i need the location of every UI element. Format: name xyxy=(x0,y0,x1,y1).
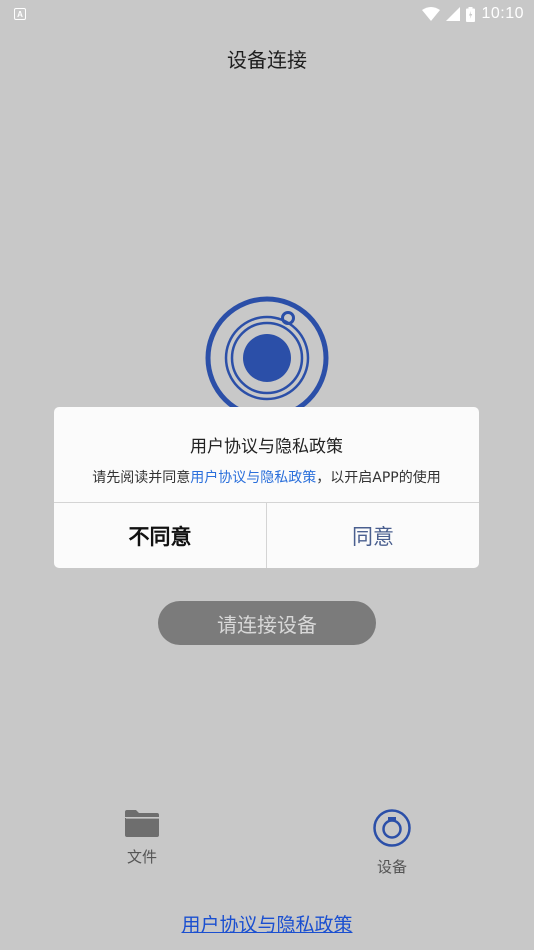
policy-link[interactable]: 用户协议与隐私政策 xyxy=(0,910,534,937)
dialog-message-prefix: 请先阅读并同意 xyxy=(92,470,191,486)
dialog-message: 请先阅读并同意用户协议与隐私政策，以开启APP的使用 xyxy=(54,467,479,487)
app-notification-icon: A xyxy=(14,8,26,20)
status-time: 10:10 xyxy=(481,5,524,22)
nav-item-devices[interactable]: 设备 xyxy=(352,808,432,877)
dialog-policy-link[interactable]: 用户协议与隐私政策 xyxy=(190,470,316,486)
dialog-message-suffix: ，以开启APP的使用 xyxy=(316,470,441,486)
nav-item-files[interactable]: 文件 xyxy=(102,808,182,867)
dialog-title: 用户协议与隐私政策 xyxy=(190,437,343,457)
disagree-button[interactable]: 不同意 xyxy=(54,503,266,568)
nav-label-devices: 设备 xyxy=(376,858,407,876)
privacy-dialog: 用户协议与隐私政策 请先阅读并同意用户协议与隐私政策，以开启APP的使用 不同意… xyxy=(54,407,479,568)
device-icon xyxy=(373,809,411,847)
status-bar: A 10:10 xyxy=(0,0,534,28)
status-bar-right: 10:10 xyxy=(422,5,524,23)
agree-button[interactable]: 同意 xyxy=(267,503,479,568)
nav-label-files: 文件 xyxy=(126,848,157,866)
folder-icon xyxy=(125,810,159,837)
page-title: 设备连接 xyxy=(227,48,307,72)
status-bar-left: A xyxy=(14,8,26,20)
connect-device-button[interactable]: 请连接设备 xyxy=(158,601,376,645)
battery-icon xyxy=(466,6,476,22)
cell-signal-icon xyxy=(446,7,461,21)
device-connect-graphic-icon xyxy=(205,296,329,420)
wifi-icon xyxy=(422,7,441,21)
